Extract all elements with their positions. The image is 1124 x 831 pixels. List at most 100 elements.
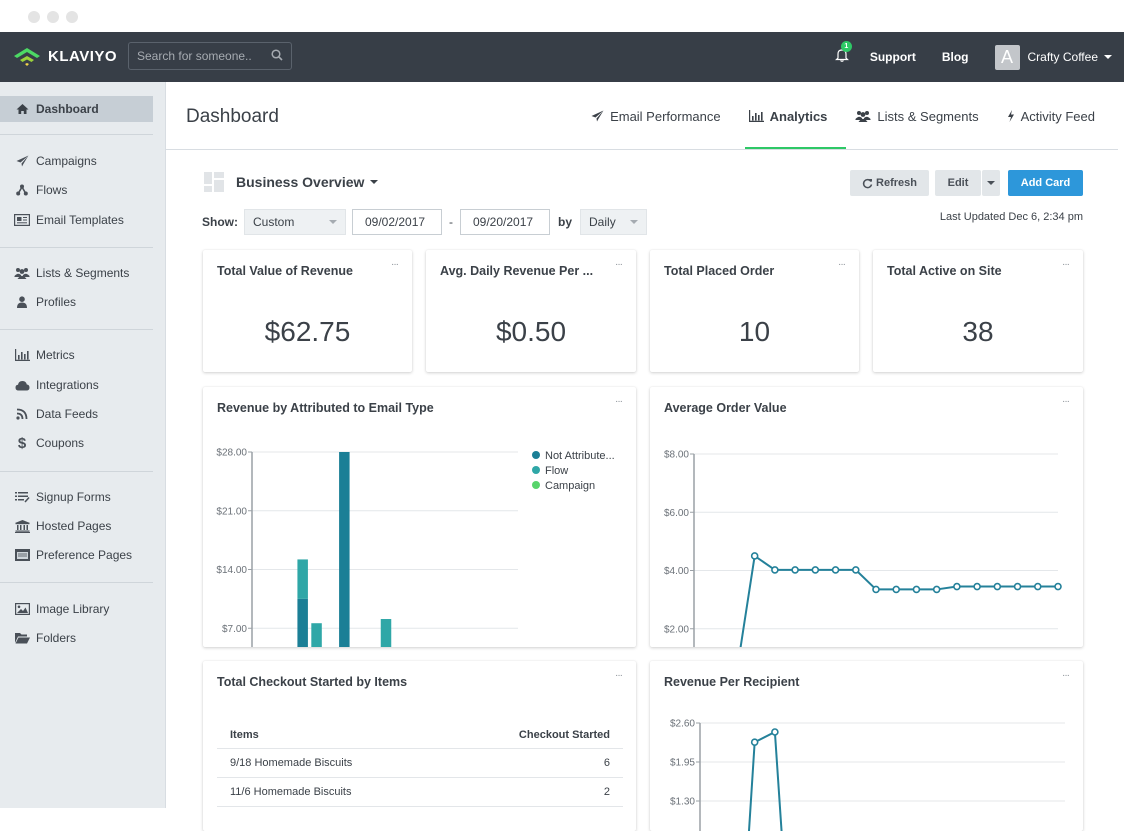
cloud-icon bbox=[14, 380, 30, 391]
template-icon bbox=[14, 214, 30, 226]
sidebar-item-flows[interactable]: Flows bbox=[0, 177, 153, 203]
blog-link[interactable]: Blog bbox=[942, 50, 969, 64]
sidebar-item-lists-segments[interactable]: Lists & Segments bbox=[0, 260, 153, 286]
y-tick-label: $8.00 bbox=[664, 450, 689, 461]
revenue-per-recipient-chart: $1.30 $1.95 $2.60 bbox=[670, 719, 1065, 831]
tab-activity-feed[interactable]: Activity Feed bbox=[1007, 104, 1095, 128]
window-icon bbox=[14, 549, 30, 561]
sidebar-item-label: Campaigns bbox=[36, 154, 97, 168]
edit-dropdown-button[interactable] bbox=[982, 170, 1000, 196]
sidebar-item-profiles[interactable]: Profiles bbox=[0, 289, 153, 315]
main-content: Dashboard Email Performance Analytics Li… bbox=[166, 82, 1124, 831]
avatar: A bbox=[994, 44, 1020, 70]
last-updated: Last Updated Dec 6, 2:34 pm bbox=[939, 211, 1083, 223]
window-minimize-button[interactable] bbox=[47, 11, 59, 23]
card-title: Total Checkout Started by Items bbox=[217, 675, 408, 689]
sidebar-divider bbox=[0, 134, 153, 135]
add-card-label: Add Card bbox=[1020, 177, 1071, 189]
item-name: 9/18 Homemade Biscuits bbox=[230, 757, 353, 769]
checkout-count: 6 bbox=[603, 757, 610, 769]
checkout-table: Items Checkout Started 9/18 Homemade Bis… bbox=[217, 721, 623, 807]
sidebar-item-dashboard[interactable]: Dashboard bbox=[0, 96, 153, 122]
add-card-button[interactable]: Add Card bbox=[1008, 170, 1083, 196]
search-icon[interactable] bbox=[271, 49, 283, 61]
dashboard-selector[interactable]: Business Overview bbox=[204, 172, 379, 192]
sidebar-item-label: Flows bbox=[36, 183, 68, 197]
date-filters: Show: Custom 09/02/2017 - 09/20/2017 by … bbox=[202, 209, 648, 235]
sidebar-item-folders[interactable]: Folders bbox=[0, 625, 153, 651]
sidebar-item-label: Coupons bbox=[36, 436, 85, 450]
y-tick-label: $1.30 bbox=[670, 797, 695, 808]
data-point bbox=[1033, 582, 1042, 591]
range-select-value: Custom bbox=[253, 215, 295, 229]
chart-card-revenue-per-recipient: Revenue Per Recipient ··· $1.30 $1.95 $2.6… bbox=[650, 661, 1083, 831]
sidebar-divider bbox=[0, 247, 153, 248]
bar-flow bbox=[380, 619, 392, 647]
window-maximize-button[interactable] bbox=[66, 11, 78, 23]
image-icon bbox=[14, 603, 30, 615]
chevron-down-icon bbox=[630, 220, 639, 224]
interval-select[interactable]: Daily bbox=[580, 209, 648, 235]
search-box[interactable] bbox=[128, 42, 292, 70]
brand-name: KLAVIYO bbox=[48, 47, 118, 65]
refresh-button[interactable]: Refresh bbox=[850, 170, 929, 196]
more-options-icon[interactable]: ··· bbox=[838, 259, 846, 270]
table-header-row: Items Checkout Started bbox=[217, 721, 623, 749]
klaviyo-logo[interactable]: KLAVIYO bbox=[12, 44, 117, 68]
edit-button[interactable]: Edit bbox=[935, 170, 981, 196]
tab-lists-segments[interactable]: Lists & Segments bbox=[855, 104, 979, 128]
sidebar-item-label: Preference Pages bbox=[36, 548, 133, 562]
show-label: Show: bbox=[202, 215, 238, 229]
more-options-icon[interactable]: ··· bbox=[1062, 259, 1070, 270]
sidebar-item-image-library[interactable]: Image Library bbox=[0, 596, 153, 622]
tab-label: Activity Feed bbox=[1020, 108, 1095, 124]
more-options-icon[interactable]: ··· bbox=[391, 259, 399, 270]
y-tick-label: $2.60 bbox=[670, 719, 695, 730]
sidebar-item-preference-pages[interactable]: Preference Pages bbox=[0, 542, 153, 568]
y-tick-label: $14.00 bbox=[216, 565, 247, 576]
y-tick-label: $6.00 bbox=[664, 508, 689, 519]
sidebar-item-label: Signup Forms bbox=[36, 490, 111, 504]
sidebar-item-label: Data Feeds bbox=[36, 407, 99, 421]
stat-value: $62.75 bbox=[264, 316, 351, 347]
column-header-items[interactable]: Items bbox=[230, 729, 259, 741]
start-date-input[interactable]: 09/02/2017 bbox=[352, 209, 442, 235]
tab-analytics[interactable]: Analytics bbox=[748, 104, 827, 128]
search-input[interactable] bbox=[129, 43, 259, 69]
tab-label: Email Performance bbox=[610, 108, 721, 124]
data-point bbox=[912, 585, 921, 594]
date-separator: - bbox=[449, 215, 453, 229]
legend-label: Campaign bbox=[545, 480, 595, 492]
data-point bbox=[831, 566, 840, 574]
aov-line bbox=[739, 554, 1058, 647]
header-divider bbox=[166, 149, 1118, 150]
end-date-input[interactable]: 09/20/2017 bbox=[460, 209, 550, 235]
sidebar-item-label: Metrics bbox=[36, 348, 75, 362]
account-menu[interactable]: A Crafty Coffee bbox=[994, 44, 1112, 70]
notifications-button[interactable]: 1 bbox=[834, 40, 852, 68]
stat-value: 38 bbox=[962, 316, 994, 347]
dashboard-tabs: Email Performance Analytics Lists & Segm… bbox=[563, 104, 1095, 128]
page-title: Dashboard bbox=[186, 106, 279, 127]
sidebar-item-campaigns[interactable]: Campaigns bbox=[0, 148, 153, 174]
tab-email-performance[interactable]: Email Performance bbox=[591, 104, 721, 128]
user-icon bbox=[14, 296, 30, 308]
table-row: 11/6 Homemade Biscuits 2 bbox=[217, 778, 623, 807]
sidebar-item-integrations[interactable]: Integrations bbox=[0, 372, 153, 398]
support-link[interactable]: Support bbox=[870, 50, 916, 64]
aov-line-chart: $0.00$2.00$4.00$6.00$8.00Sep 3Sep 5Sep 7… bbox=[664, 450, 1062, 647]
range-select[interactable]: Custom bbox=[244, 209, 346, 235]
sidebar-divider bbox=[0, 582, 153, 583]
sidebar-item-hosted-pages[interactable]: Hosted Pages bbox=[0, 513, 153, 539]
sidebar-item-coupons[interactable]: $ Coupons bbox=[0, 430, 153, 456]
sidebar-item-email-templates[interactable]: Email Templates bbox=[0, 207, 153, 233]
interval-select-value: Daily bbox=[589, 215, 616, 229]
sidebar-item-metrics[interactable]: Metrics bbox=[0, 342, 153, 368]
sidebar-item-signup-forms[interactable]: Signup Forms bbox=[0, 484, 153, 510]
more-options-icon[interactable]: ··· bbox=[615, 259, 623, 270]
y-tick-label: $2.00 bbox=[664, 624, 689, 635]
column-header-checkout-started[interactable]: Checkout Started bbox=[519, 729, 610, 741]
more-options-icon[interactable]: ··· bbox=[615, 670, 623, 681]
sidebar-item-data-feeds[interactable]: Data Feeds bbox=[0, 401, 153, 427]
window-close-button[interactable] bbox=[28, 11, 40, 23]
